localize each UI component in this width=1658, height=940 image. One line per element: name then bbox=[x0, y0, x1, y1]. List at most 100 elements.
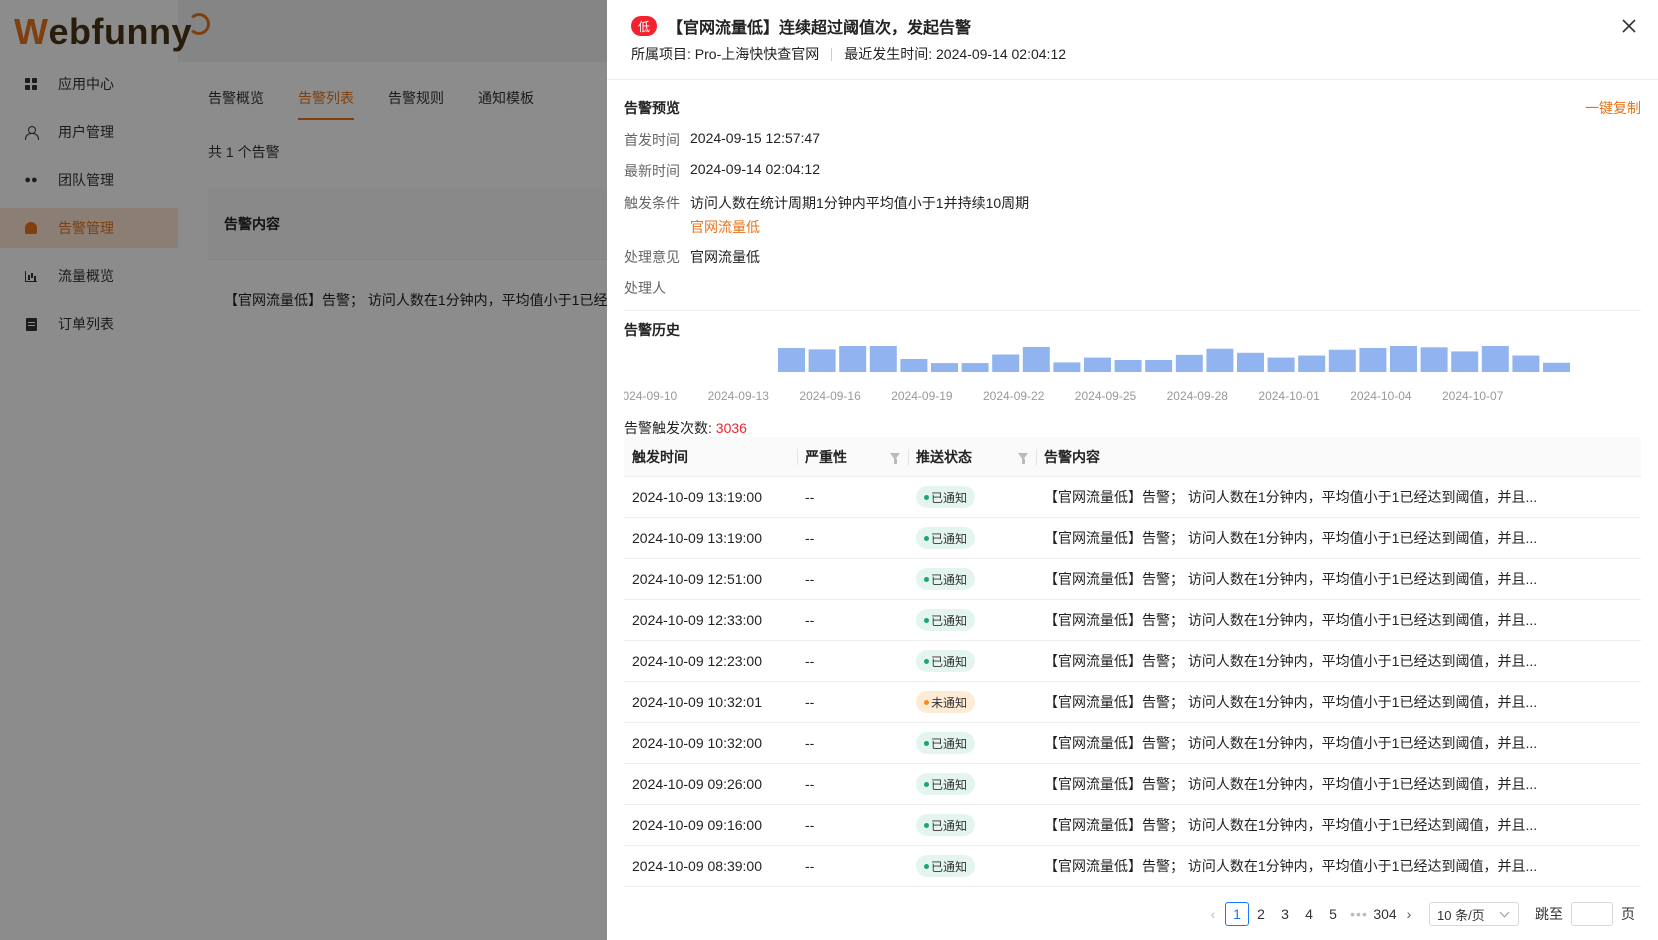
page-size-value: 10 条/页 bbox=[1437, 907, 1485, 923]
table-row[interactable]: 2024-10-09 12:51:00 -- 已通知 【官网流量低】告警； 访问人数在… bbox=[624, 559, 1641, 600]
alert-content: 【官网流量低】告警； 访问人数在1分钟内，平均值小于1已经达到阈值，并且... bbox=[1044, 653, 1538, 669]
prev-page-icon[interactable]: ‹ bbox=[1201, 902, 1225, 926]
table-row[interactable]: 2024-10-09 13:19:00 -- 已通知 【官网流量低】告警； 访问人数在… bbox=[624, 518, 1641, 559]
push-status: 已通知 bbox=[908, 650, 1036, 672]
status-text: 已通知 bbox=[931, 818, 968, 833]
chart-tick-label: 2024-09-28 bbox=[1167, 389, 1229, 403]
page-size-select[interactable]: 10 条/页 bbox=[1429, 902, 1519, 926]
chart-bar[interactable] bbox=[961, 363, 989, 372]
status-dot bbox=[924, 535, 929, 541]
next-page-icon[interactable]: › bbox=[1397, 902, 1421, 926]
severity: -- bbox=[805, 776, 815, 792]
copy-button[interactable]: 一键复制 bbox=[1585, 98, 1641, 118]
status-text: 已通知 bbox=[931, 859, 968, 874]
filter-icon[interactable] bbox=[890, 453, 900, 464]
filter-icon[interactable] bbox=[1018, 453, 1028, 464]
chart-bar[interactable] bbox=[1390, 346, 1417, 372]
last-occurred-time: 最近发生时间: 2024-09-14 02:04:12 bbox=[844, 46, 1067, 62]
chart-bar[interactable] bbox=[808, 349, 836, 372]
status-dot bbox=[924, 863, 929, 869]
push-status: 已通知 bbox=[908, 527, 1036, 549]
chart-bar[interactable] bbox=[931, 363, 958, 372]
chart-bar[interactable] bbox=[1267, 357, 1295, 372]
chart-bar[interactable] bbox=[1084, 357, 1111, 372]
page-5[interactable]: 5 bbox=[1321, 902, 1345, 926]
chart-bar[interactable] bbox=[1481, 346, 1509, 372]
status-badge: 未通知 bbox=[916, 691, 976, 713]
table-row[interactable]: 2024-10-09 09:16:00 -- 已通知 【官网流量低】告警； 访问人数在… bbox=[624, 805, 1641, 846]
severity: -- bbox=[805, 817, 815, 833]
status-dot bbox=[924, 781, 929, 787]
chart-bar[interactable] bbox=[1328, 349, 1356, 372]
chart-bar[interactable] bbox=[1206, 348, 1234, 372]
chart-bar[interactable] bbox=[900, 358, 928, 372]
chart-bar[interactable] bbox=[1420, 347, 1448, 372]
page-1[interactable]: 1 bbox=[1225, 902, 1249, 926]
status-text: 已通知 bbox=[931, 736, 968, 751]
status-badge: 已通知 bbox=[916, 609, 976, 631]
chart-bar[interactable] bbox=[869, 346, 897, 372]
alert-content: 【官网流量低】告警； 访问人数在1分钟内，平均值小于1已经达到阈值，并且... bbox=[1044, 817, 1538, 833]
alert-content: 【官网流量低】告警； 访问人数在1分钟内，平均值小于1已经达到阈值，并且... bbox=[1044, 858, 1538, 874]
page-ellipsis[interactable]: ••• bbox=[1345, 906, 1373, 922]
status-text: 已通知 bbox=[931, 654, 968, 669]
page-last[interactable]: 304 bbox=[1373, 902, 1397, 926]
chart-bar[interactable] bbox=[1237, 352, 1264, 372]
status-badge: 已通知 bbox=[916, 732, 976, 754]
alert-count-value: 3036 bbox=[715, 420, 747, 436]
table-row[interactable]: 2024-10-09 08:39:00 -- 已通知 【官网流量低】告警； 访问人数在… bbox=[624, 846, 1641, 887]
drawer-title: 【官网流量低】连续超过阈值次，发起告警 bbox=[667, 20, 972, 37]
page-suffix: 页 bbox=[1621, 906, 1635, 922]
table-row[interactable]: 2024-10-09 13:19:00 -- 已通知 【官网流量低】告警； 访问人数在… bbox=[624, 477, 1641, 518]
status-badge: 已通知 bbox=[916, 568, 976, 590]
alert-count-label: 告警触发次数: bbox=[624, 420, 716, 436]
severity: -- bbox=[805, 694, 815, 710]
alert-content: 【官网流量低】告警； 访问人数在1分钟内，平均值小于1已经达到阈值，并且... bbox=[1044, 571, 1538, 587]
table-row[interactable]: 2024-10-09 10:32:00 -- 已通知 【官网流量低】告警； 访问人数在… bbox=[624, 723, 1641, 764]
chart-tick-label: 2024-09-19 bbox=[891, 389, 953, 403]
alert-content: 【官网流量低】告警； 访问人数在1分钟内，平均值小于1已经达到阈值，并且... bbox=[1044, 530, 1538, 546]
trigger-time: 2024-10-09 12:51:00 bbox=[632, 571, 762, 587]
push-status: 已通知 bbox=[908, 568, 1036, 590]
chart-bar[interactable] bbox=[1022, 346, 1050, 372]
alert-history-chart: 2024-09-10 2024-09-13 2024-09-16 2024-09-19… bbox=[624, 346, 1641, 416]
chart-bar[interactable] bbox=[1359, 348, 1387, 372]
field-value: 访问人数在统计周期1分钟内平均值小于1并持续10周期 官网流量低 bbox=[690, 193, 1029, 237]
field-value: 2024-09-14 02:04:12 bbox=[690, 161, 820, 177]
chart-tick-label: 2024-10-07 bbox=[1442, 389, 1504, 403]
chart-bar[interactable] bbox=[1145, 360, 1173, 372]
table-row[interactable]: 2024-10-09 10:32:01 -- 未通知 【官网流量低】告警； 访问人数在… bbox=[624, 682, 1641, 723]
project-name: 所属项目: Pro-上海快快查官网 bbox=[631, 46, 820, 62]
table-row[interactable]: 2024-10-09 09:26:00 -- 已通知 【官网流量低】告警； 访问人数在… bbox=[624, 764, 1641, 805]
opinion-field: 处理意见 官网流量低 bbox=[624, 247, 760, 267]
chart-bar[interactable] bbox=[1175, 354, 1203, 372]
status-dot bbox=[924, 699, 929, 705]
chart-bar[interactable] bbox=[992, 354, 1020, 372]
status-text: 已通知 bbox=[931, 777, 968, 792]
chart-bar[interactable] bbox=[1114, 360, 1142, 372]
page-3[interactable]: 3 bbox=[1273, 902, 1297, 926]
chart-bar[interactable] bbox=[1451, 351, 1479, 372]
history-title: 告警历史 bbox=[624, 322, 680, 338]
condition-tag: 官网流量低 bbox=[690, 219, 760, 235]
table-row[interactable]: 2024-10-09 12:23:00 -- 已通知 【官网流量低】告警； 访问人数在… bbox=[624, 641, 1641, 682]
chart-bar[interactable] bbox=[1298, 355, 1326, 372]
chart-bar[interactable] bbox=[1543, 362, 1570, 372]
status-dot bbox=[924, 494, 929, 500]
meta-divider bbox=[831, 47, 833, 61]
chart-bar[interactable] bbox=[1053, 362, 1081, 372]
push-status: 已通知 bbox=[908, 609, 1036, 631]
alert-history-svg: 2024-09-10 2024-09-13 2024-09-16 2024-09-19… bbox=[624, 346, 1570, 403]
chart-bar[interactable] bbox=[778, 348, 805, 372]
page-2[interactable]: 2 bbox=[1249, 902, 1273, 926]
chart-bar[interactable] bbox=[839, 346, 867, 372]
col-trigger-time: 触发时间 bbox=[624, 437, 797, 477]
chart-bar[interactable] bbox=[1512, 355, 1540, 372]
col-push-status: 推送状态 bbox=[908, 437, 1036, 477]
table-row[interactable]: 2024-10-09 12:33:00 -- 已通知 【官网流量低】告警； 访问人数在… bbox=[624, 600, 1641, 641]
trigger-time: 2024-10-09 13:19:00 bbox=[632, 489, 762, 505]
page-4[interactable]: 4 bbox=[1297, 902, 1321, 926]
close-button[interactable] bbox=[1617, 14, 1641, 38]
jump-page-input[interactable] bbox=[1571, 902, 1613, 926]
chart-tick-label: 2024-09-22 bbox=[983, 389, 1045, 403]
